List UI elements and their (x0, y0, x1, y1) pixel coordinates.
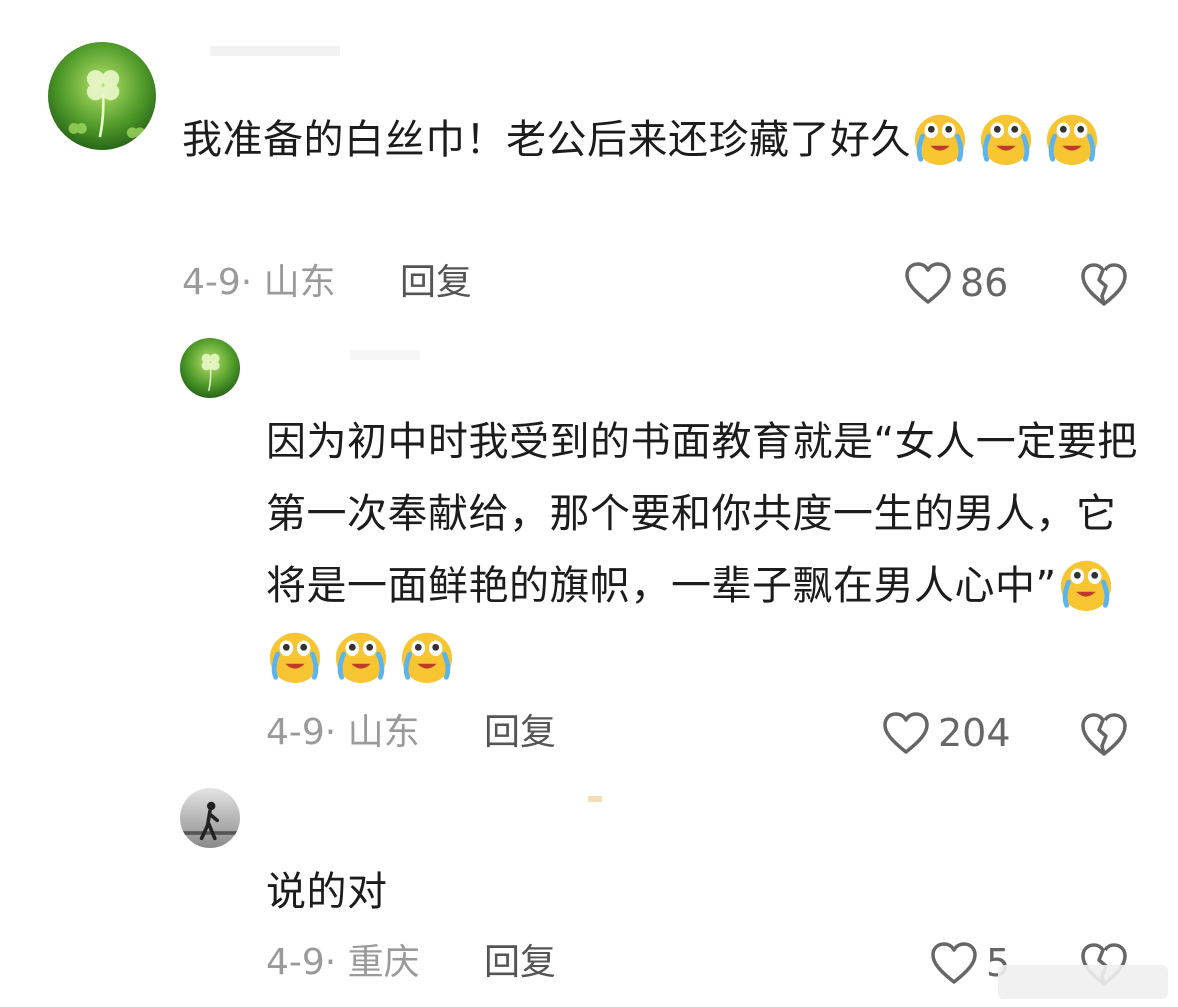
username-placeholder (350, 350, 420, 360)
reply-button[interactable]: 回复 (484, 938, 556, 988)
avatar-commenter-2[interactable] (180, 338, 240, 398)
crying-laughing-emoji-icon (266, 627, 324, 685)
comment-body: 说的对 (266, 869, 388, 915)
comment-text: 说的对 (266, 856, 1146, 928)
comment-date-location: 4-9· 山东 (182, 262, 336, 303)
username-placeholder (210, 46, 340, 56)
heart-outline-icon (883, 712, 929, 754)
avatar-commenter-1[interactable] (48, 42, 156, 150)
crying-laughing-emoji-icon (1057, 555, 1115, 613)
comment-date-location: 4-9· 山东 (266, 712, 420, 753)
like-count: 204 (938, 711, 1011, 755)
watermark-overlay (998, 965, 1168, 999)
reply-button[interactable]: 回复 (484, 708, 556, 758)
like-button[interactable]: 86 (904, 258, 1008, 308)
crying-laughing-emoji-icon (977, 109, 1035, 167)
comment-text: 因为初中时我受到的书面教育就是“女人一定要把第一次奉献给，那个要和你共度一生的男… (266, 406, 1146, 694)
crying-laughing-emoji-icon (332, 627, 390, 685)
heart-outline-icon (905, 262, 951, 304)
broken-heart-icon (1081, 263, 1127, 306)
heart-outline-icon (931, 942, 977, 984)
comment-body: 因为初中时我受到的书面教育就是“女人一定要把第一次奉献给，那个要和你共度一生的男… (266, 419, 1138, 609)
comment-date-location: 4-9· 重庆 (266, 942, 420, 983)
broken-heart-icon (1081, 713, 1127, 756)
dislike-button[interactable] (1080, 260, 1128, 308)
comment-text: 我准备的白丝巾！老公后来还珍藏了好久 (182, 104, 1132, 176)
username-placeholder (588, 796, 602, 802)
like-button[interactable]: 204 (882, 708, 1011, 758)
dislike-button[interactable] (1080, 710, 1128, 758)
comment-body: 我准备的白丝巾！老公后来还珍藏了好久 (182, 117, 911, 163)
crying-laughing-emoji-icon (1043, 109, 1101, 167)
avatar-commenter-3[interactable] (180, 788, 240, 848)
like-count: 86 (960, 261, 1009, 305)
crying-laughing-emoji-icon (398, 627, 456, 685)
reply-button[interactable]: 回复 (400, 258, 472, 308)
crying-laughing-emoji-icon (911, 109, 969, 167)
